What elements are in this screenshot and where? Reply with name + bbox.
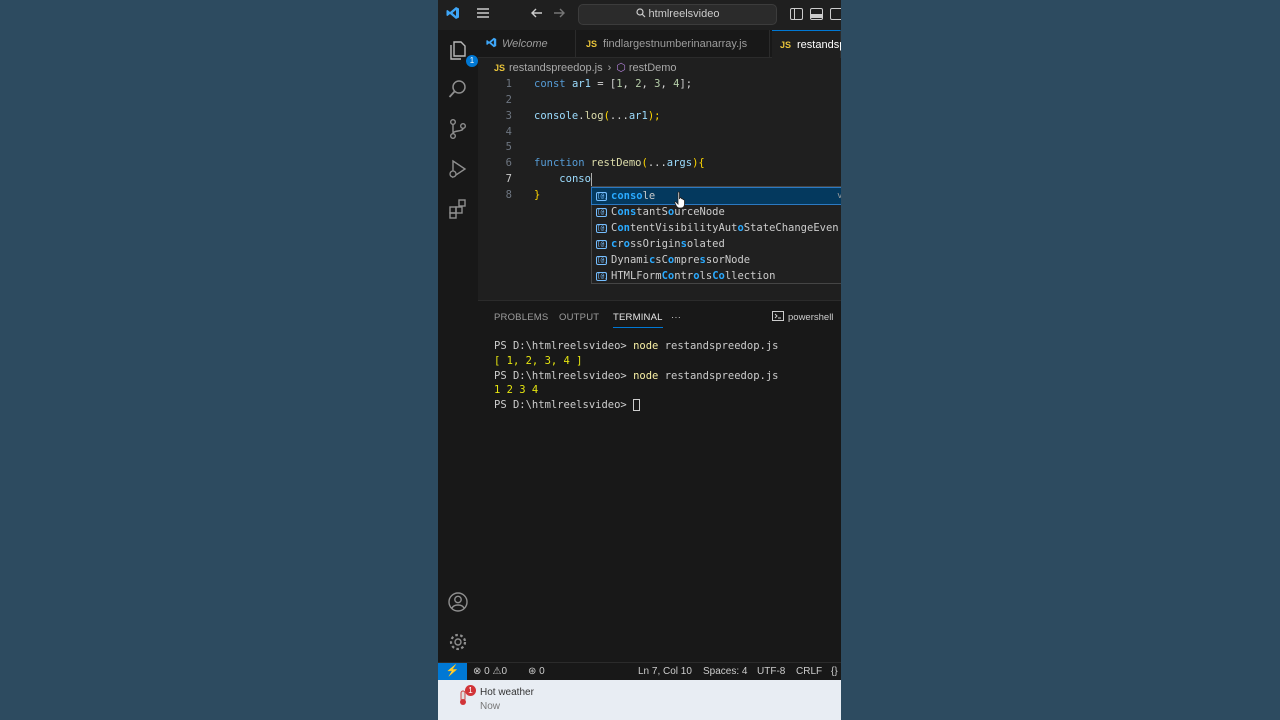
language-mode-icon[interactable]: {} (831, 663, 838, 680)
line-number: 8 (505, 189, 512, 201)
chevron-right-icon: › (607, 62, 612, 74)
variable-symbol-icon: [@] (596, 207, 608, 217)
autocomplete-suggestions: [@]consoleva [@]ConstantSourceNode [@]Co… (591, 186, 841, 284)
settings-gear-icon[interactable] (446, 630, 470, 654)
suggestion-detail: va (837, 191, 841, 201)
tab-output[interactable]: OUTPUT (559, 311, 599, 325)
terminal-line: PS D:\htmlreelsvideo> node restandspreed… (494, 369, 779, 382)
problems-status[interactable]: ⊗ 0 ⚠0 (473, 663, 507, 680)
source-control-icon[interactable] (446, 117, 470, 141)
terminal-line: PS D:\htmlreelsvideo> (494, 398, 778, 413)
suggestion-item[interactable]: [@] HTMLFormControlsCollection (592, 268, 841, 284)
tab-label: Welcome (502, 38, 548, 50)
shell-name: powershell (788, 312, 834, 323)
command-center-search[interactable]: htmlreelsvideo (578, 4, 777, 25)
suggestion-item[interactable]: [@] ConstantSourceNode (592, 204, 841, 220)
code-line-1: const ar1 = [1, 2, 3, 4]; (534, 78, 693, 90)
toggle-sidebar-icon[interactable] (790, 8, 803, 20)
code-line-8: } (534, 189, 541, 201)
eol-status[interactable]: CRLF (796, 663, 822, 680)
line-number: 6 (505, 157, 512, 169)
encoding-status[interactable]: UTF-8 (757, 663, 785, 680)
toggle-panel-icon[interactable] (810, 8, 823, 20)
cursor-position[interactable]: Ln 7, Col 10 (638, 663, 692, 680)
terminal-shell-selector[interactable]: powershell (772, 311, 833, 325)
indentation-status[interactable]: Spaces: 4 (703, 663, 747, 680)
text-cursor (590, 172, 592, 186)
tab-label: restandsp (797, 39, 841, 51)
notification-time: Now (480, 701, 501, 712)
suggestion-item[interactable]: [@] DynamicsCompressorNode (592, 252, 841, 268)
vscode-logo-icon (446, 6, 460, 24)
tab-restandspreedop[interactable]: JS restandsp (772, 30, 841, 58)
line-number: 4 (505, 126, 512, 138)
vscode-logo-icon (486, 37, 497, 48)
tab-label: findlargestnumberinanarray.js (603, 38, 748, 50)
line-number: 1 (505, 78, 512, 90)
account-icon[interactable] (446, 590, 470, 614)
terminal-cursor (633, 399, 641, 412)
antenna-icon: ⊛ (528, 666, 537, 677)
notification-badge: 1 (465, 685, 476, 696)
editor-tabs: Welcome JS findlargestnumberinanarray.js … (478, 30, 841, 58)
ports-status[interactable]: ⊛ 0 (528, 663, 545, 680)
title-bar: htmlreelsvideo (438, 0, 841, 30)
js-file-icon: JS (494, 63, 506, 73)
variable-symbol-icon: [@] (596, 223, 608, 233)
run-debug-icon[interactable] (446, 157, 470, 181)
search-icon (635, 8, 645, 18)
terminal-line: 1 2 3 4 (494, 384, 539, 397)
line-number-current: 7 (505, 173, 512, 185)
breadcrumb: JS restandspreedop.js › ⬡ restDemo (494, 60, 677, 76)
variable-symbol-icon: [@] (596, 239, 608, 249)
terminal-output[interactable]: PS D:\htmlreelsvideo> node restandspreed… (494, 339, 778, 413)
vscode-window: htmlreelsvideo 1 Welcome JS findlargestn… (438, 0, 841, 720)
variable-symbol-icon: [@] (596, 271, 608, 281)
code-line-7: conso (559, 172, 592, 186)
tab-welcome[interactable]: Welcome (478, 30, 576, 58)
variable-symbol-icon: [@] (596, 255, 608, 265)
explorer-badge: 1 (466, 55, 478, 67)
line-number: 2 (505, 94, 512, 106)
breadcrumb-file[interactable]: restandspreedop.js (509, 62, 603, 74)
forward-arrow-icon[interactable] (552, 6, 566, 24)
remote-indicator-icon[interactable]: ⚡ (438, 663, 467, 681)
page-background-right (841, 0, 1280, 720)
variable-symbol-icon: [@] (596, 191, 608, 201)
js-file-icon: JS (586, 39, 598, 49)
bottom-panel: PROBLEMS OUTPUT TERMINAL ··· powershell … (478, 300, 841, 662)
search-text: htmlreelsvideo (648, 8, 720, 20)
weather-notification[interactable]: 1 Hot weather Now (438, 680, 841, 720)
line-number: 5 (505, 141, 512, 153)
terminal-line: [ 1, 2, 3, 4 ] (494, 354, 583, 367)
menu-icon[interactable] (476, 6, 490, 24)
suggestion-item[interactable]: [@] ContentVisibilityAutoStateChangeEven (592, 220, 841, 236)
more-actions-icon[interactable]: ··· (671, 311, 681, 325)
notification-title: Hot weather (480, 687, 534, 698)
function-symbol-icon: ⬡ (616, 62, 626, 74)
tab-problems[interactable]: PROBLEMS (494, 311, 548, 325)
search-icon[interactable] (446, 77, 470, 101)
activity-bar: 1 (438, 30, 478, 662)
tab-findlargestnumberinanarray[interactable]: JS findlargestnumberinanarray.js (578, 30, 770, 58)
toggle-secondary-sidebar-icon[interactable] (830, 8, 841, 20)
js-file-icon: JS (780, 40, 792, 50)
extensions-icon[interactable] (446, 197, 470, 221)
tab-terminal[interactable]: TERMINAL (613, 311, 663, 328)
line-number: 3 (505, 110, 512, 122)
terminal-line: PS D:\htmlreelsvideo> node restandspreed… (494, 340, 779, 352)
breadcrumb-symbol[interactable]: restDemo (629, 62, 677, 74)
terminal-icon (772, 311, 784, 321)
code-line-6: function restDemo(...args){ (534, 157, 705, 169)
suggestion-item[interactable]: [@] crossOriginsolated (592, 236, 841, 252)
error-icon: ⊗ (473, 666, 482, 677)
page-background-left (0, 0, 438, 720)
back-arrow-icon[interactable] (530, 6, 544, 24)
explorer-icon[interactable]: 1 (446, 38, 478, 67)
suggestion-item-selected[interactable]: [@]consoleva (591, 187, 841, 205)
status-bar: ⚡ ⊗ 0 ⚠0 ⊛ 0 Ln 7, Col 10 Spaces: 4 UTF-… (438, 662, 841, 681)
code-line-3: console.log(...ar1); (534, 110, 661, 122)
mouse-hand-cursor-icon (674, 191, 685, 209)
